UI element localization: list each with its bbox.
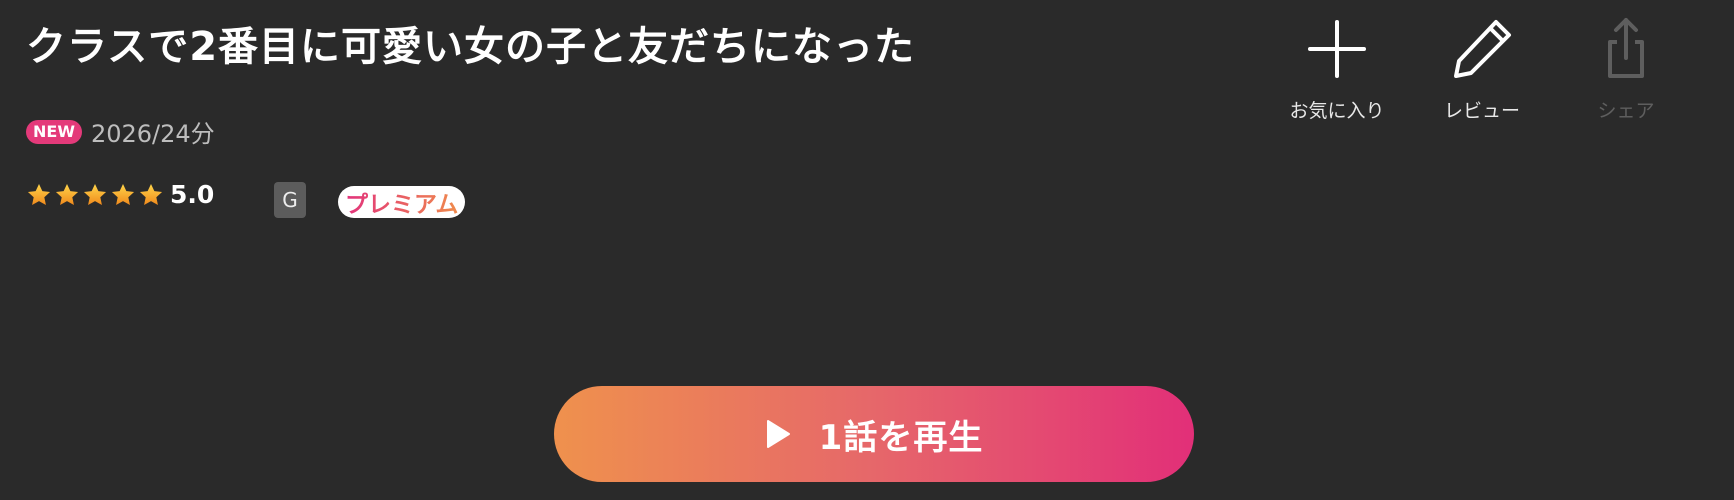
- share-label: シェア: [1597, 100, 1655, 122]
- meta-row: NEW 2026/24分: [26, 114, 215, 149]
- share-icon: [1608, 18, 1644, 78]
- play-episode-button[interactable]: 1話を再生: [554, 386, 1194, 482]
- rating-stars: [26, 182, 166, 208]
- star-icon: [139, 183, 163, 205]
- star-icon: [55, 183, 79, 205]
- play-label: 1話を再生: [818, 417, 984, 458]
- favorite-label: お気に入り: [1289, 100, 1385, 122]
- plus-icon: [1308, 20, 1366, 78]
- star-icon: [27, 183, 51, 205]
- premium-badge: プレミアム: [338, 185, 466, 219]
- age-rating-badge: G: [274, 182, 306, 218]
- rating-value: 5.0: [170, 180, 215, 209]
- share-button[interactable]: シェア: [1561, 14, 1691, 123]
- pencil-icon: [1454, 20, 1511, 78]
- premium-label: プレミアム: [345, 185, 458, 219]
- review-label: レビュー: [1443, 100, 1520, 122]
- star-icon: [83, 183, 107, 205]
- play-icon: [766, 420, 790, 448]
- page-title: クラスで2番目に可愛い女の子と友だちになった: [26, 24, 916, 70]
- favorite-button[interactable]: お気に入り: [1272, 14, 1402, 123]
- rating: 5.0: [26, 180, 214, 209]
- new-badge: NEW: [26, 119, 82, 144]
- year-duration: 2026/24分: [90, 120, 215, 148]
- star-icon: [111, 183, 135, 205]
- review-button[interactable]: レビュー: [1417, 14, 1547, 123]
